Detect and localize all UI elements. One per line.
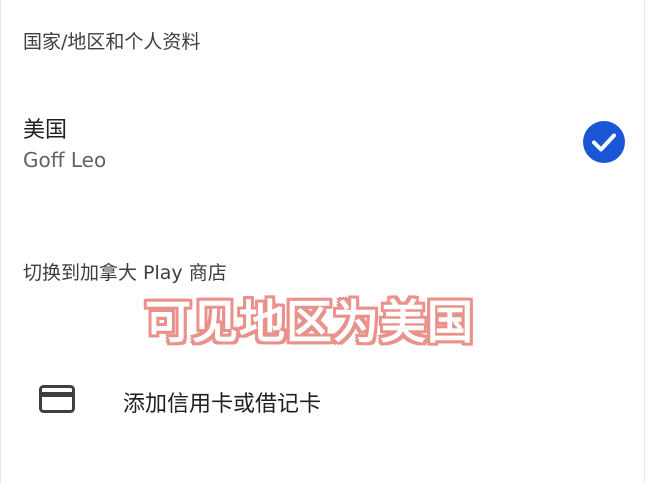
switch-store-link[interactable]: 切换到加拿大 Play 商店 (23, 258, 227, 285)
profile-name: Goff Leo (23, 148, 107, 172)
profile-row-us[interactable]: 美国 Goff Leo (1, 100, 646, 180)
add-card-label: 添加信用卡或借记卡 (123, 392, 322, 417)
overlay-caption: 可见地区为美国 (145, 295, 474, 349)
credit-card-icon (39, 385, 75, 413)
section-title: 国家/地区和个人资料 (23, 31, 201, 53)
country-profile-screen: 国家/地区和个人资料 美国 Goff Leo 切换到加拿大 Play 商店 可见… (0, 0, 645, 483)
profile-country: 美国 (23, 118, 68, 143)
check-circle-icon (583, 121, 625, 163)
add-card-button[interactable]: 添加信用卡或借记卡 (1, 370, 646, 430)
